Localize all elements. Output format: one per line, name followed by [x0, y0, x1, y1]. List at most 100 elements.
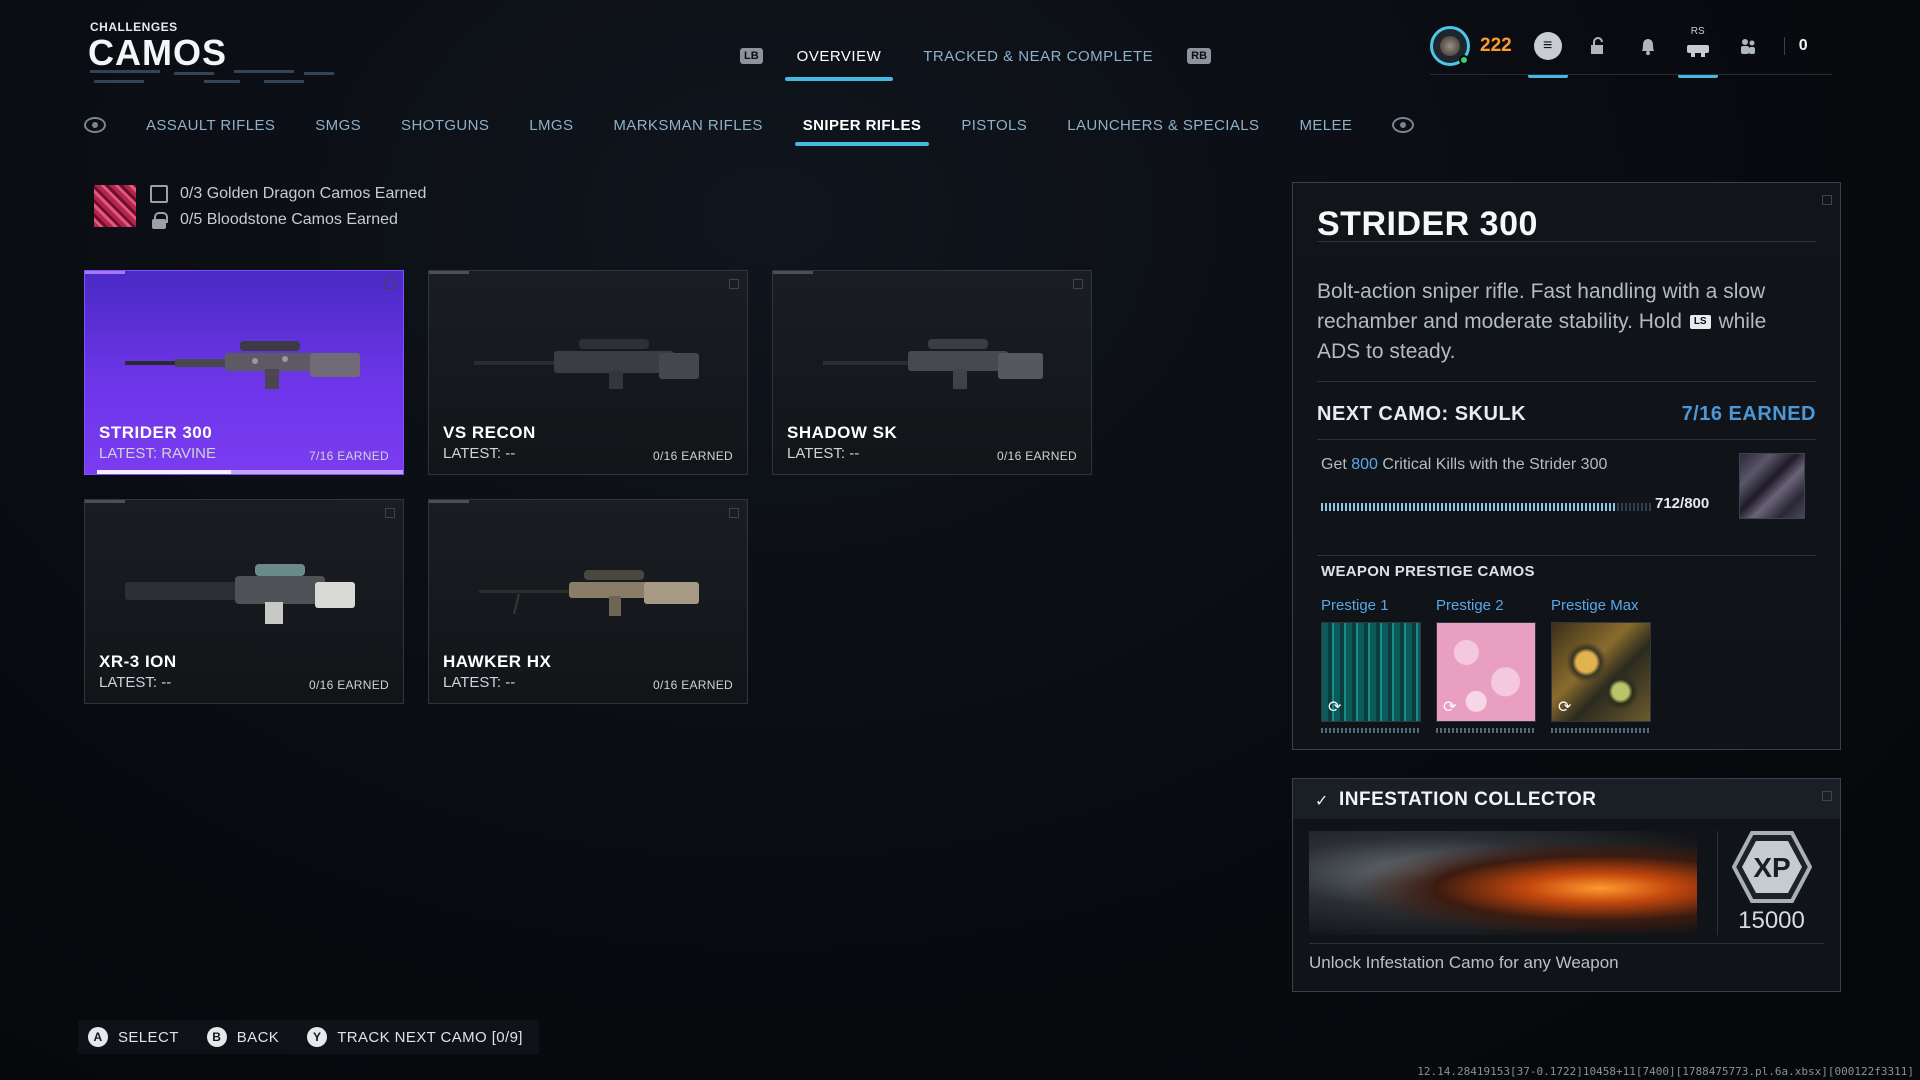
prestige-progress-ticks	[1551, 728, 1651, 733]
prestige-max-camo[interactable]: Prestige Max ⟳	[1551, 597, 1651, 733]
next-camo-thumbnail	[1739, 453, 1805, 519]
weapon-description: Bolt-action sniper rifle. Fast handling …	[1317, 277, 1787, 367]
prestige-2-camo[interactable]: Prestige 2 ⟳	[1436, 597, 1536, 733]
lb-button-icon[interactable]: LB	[740, 48, 763, 64]
avatar[interactable]	[1430, 26, 1470, 66]
menu-icon[interactable]: ≡	[1527, 32, 1568, 78]
status-bar: 222 ≡ RS 0	[1430, 26, 1808, 78]
card-corner-icon	[729, 279, 739, 289]
select-hint[interactable]: A SELECT	[88, 1027, 179, 1047]
tab-marksman-rifles[interactable]: MARKSMAN RIFLES	[613, 117, 762, 134]
weapon-latest-camo: LATEST: --	[443, 445, 516, 462]
weapon-name: HAWKER HX	[443, 652, 552, 671]
hint-label: BACK	[236, 1028, 280, 1046]
tab-tracked-near-complete[interactable]: TRACKED & NEAR COMPLETE	[915, 42, 1161, 71]
xp-value: 15000	[1738, 907, 1805, 934]
y-button-icon: Y	[307, 1027, 328, 1047]
divider	[1317, 381, 1816, 382]
panel-corner-icon	[1822, 195, 1832, 205]
golden-dragon-progress: 0/3 Golden Dragon Camos Earned	[180, 185, 427, 202]
weapon-detail-panel: STRIDER 300 Bolt-action sniper rifle. Fa…	[1292, 182, 1841, 750]
weapon-card-hawker-hx[interactable]: HAWKER HX LATEST: -- 0/16 EARNED	[428, 499, 748, 704]
reward-panel[interactable]: ✓ INFESTATION COLLECTOR XP 15000 Unlock …	[1292, 778, 1841, 992]
check-icon: ✓	[1315, 793, 1329, 810]
prestige-1-camo[interactable]: Prestige 1 ⟳	[1321, 597, 1421, 733]
rb-button-icon[interactable]: RB	[1187, 48, 1212, 64]
build-info: 12.14.28419153[37-0.1722]10458+11[7400][…	[1417, 1065, 1914, 1078]
weapon-name: SHADOW SK	[787, 423, 898, 442]
divider	[1317, 241, 1816, 242]
weapon-progress-fill	[97, 470, 231, 474]
next-camo-label: NEXT CAMO: SKULK	[1317, 403, 1527, 425]
header-divider	[1430, 74, 1832, 75]
divider	[1317, 439, 1816, 440]
next-category-icon[interactable]	[1392, 117, 1415, 133]
track-next-camo-hint[interactable]: Y TRACK NEXT CAMO [0/9]	[307, 1027, 523, 1047]
party-count: 0	[1783, 37, 1808, 55]
tab-overview[interactable]: OVERVIEW	[784, 42, 893, 81]
reward-image	[1309, 831, 1697, 935]
bell-icon[interactable]	[1634, 32, 1662, 60]
weapon-card-vs-recon[interactable]: VS RECON LATEST: -- 0/16 EARNED	[428, 270, 748, 475]
xp-badge-icon: XP	[1732, 831, 1812, 903]
weapon-latest-camo: LATEST: --	[443, 674, 516, 691]
bloodstone-progress: 0/5 Bloodstone Camos Earned	[180, 211, 398, 228]
weapon-name: XR-3 ION	[99, 652, 177, 671]
detail-weapon-title: STRIDER 300	[1317, 205, 1538, 243]
b-button-icon: B	[206, 1027, 227, 1047]
weapon-earned-count: 0/16 EARNED	[309, 678, 389, 692]
hint-label: SELECT	[118, 1028, 179, 1046]
lock-icon[interactable]	[1584, 32, 1612, 60]
prestige-icon: ⟳	[1328, 699, 1342, 716]
tab-launchers-specials[interactable]: LAUNCHERS & SPECIALS	[1067, 117, 1259, 134]
tab-shotguns[interactable]: SHOTGUNS	[401, 117, 489, 134]
weapon-card-strider-300[interactable]: STRIDER 300 LATEST: RAVINE 7/16 EARNED	[84, 270, 404, 475]
sniper-rifle-icon	[479, 570, 699, 616]
challenge-suffix: Critical Kills with the Strider 300	[1382, 456, 1608, 473]
card-top-bar	[85, 500, 125, 503]
controller-icon[interactable]: RS	[1677, 26, 1718, 78]
prestige-progress-ticks	[1436, 728, 1536, 733]
panel-corner-icon	[1822, 791, 1832, 801]
prev-category-icon[interactable]	[84, 117, 106, 133]
bloodstone-row: 0/5 Bloodstone Camos Earned	[150, 211, 398, 229]
card-corner-icon	[385, 279, 395, 289]
card-top-bar	[429, 500, 469, 503]
a-button-icon: A	[88, 1027, 108, 1047]
weapon-latest-camo: LATEST: --	[787, 445, 860, 462]
card-top-bar	[85, 271, 125, 274]
weapon-earned-count: 7/16 EARNED	[309, 449, 389, 463]
reward-description: Unlock Infestation Camo for any Weapon	[1309, 953, 1619, 972]
xp-badge-label: XP	[1753, 852, 1790, 883]
tab-melee[interactable]: MELEE	[1299, 117, 1352, 134]
mastery-camo-thumbnail	[94, 185, 136, 227]
weapon-card-shadow-sk[interactable]: SHADOW SK LATEST: -- 0/16 EARNED	[772, 270, 1092, 475]
party-icon[interactable]	[1734, 32, 1762, 60]
sniper-rifle-icon	[125, 341, 360, 389]
card-top-bar	[773, 271, 813, 274]
tab-smgs[interactable]: SMGS	[315, 117, 361, 134]
card-corner-icon	[385, 508, 395, 518]
back-hint[interactable]: B BACK	[206, 1027, 280, 1047]
card-corner-icon	[1073, 279, 1083, 289]
divider	[1309, 943, 1824, 944]
prestige-1-swatch: ⟳	[1321, 622, 1421, 722]
divider	[1317, 555, 1816, 556]
weapon-card-xr-3-ion[interactable]: XR-3 ION LATEST: -- 0/16 EARNED	[84, 499, 404, 704]
weapon-earned-count: 0/16 EARNED	[653, 449, 733, 463]
prestige-icon: ⟳	[1443, 699, 1457, 716]
weapon-latest-camo: LATEST: RAVINE	[99, 445, 216, 462]
challenge-progress-fill	[1321, 503, 1615, 511]
tab-lmgs[interactable]: LMGS	[529, 117, 573, 134]
challenge-progress-bar	[1321, 503, 1651, 511]
tab-sniper-rifles[interactable]: SNIPER RIFLES	[794, 117, 929, 146]
prestige-max-swatch: ⟳	[1551, 622, 1651, 722]
tab-pistols[interactable]: PISTOLS	[961, 117, 1027, 134]
button-hints: A SELECT B BACK Y TRACK NEXT CAMO [0/9]	[78, 1020, 539, 1054]
tab-assault-rifles[interactable]: ASSAULT RIFLES	[146, 117, 275, 134]
weapon-latest-camo: LATEST: --	[99, 674, 172, 691]
challenge-progress-value: 712/800	[1655, 495, 1710, 512]
checkbox-icon	[150, 185, 168, 203]
lock-icon	[152, 212, 168, 229]
points-count: 222	[1480, 35, 1512, 56]
